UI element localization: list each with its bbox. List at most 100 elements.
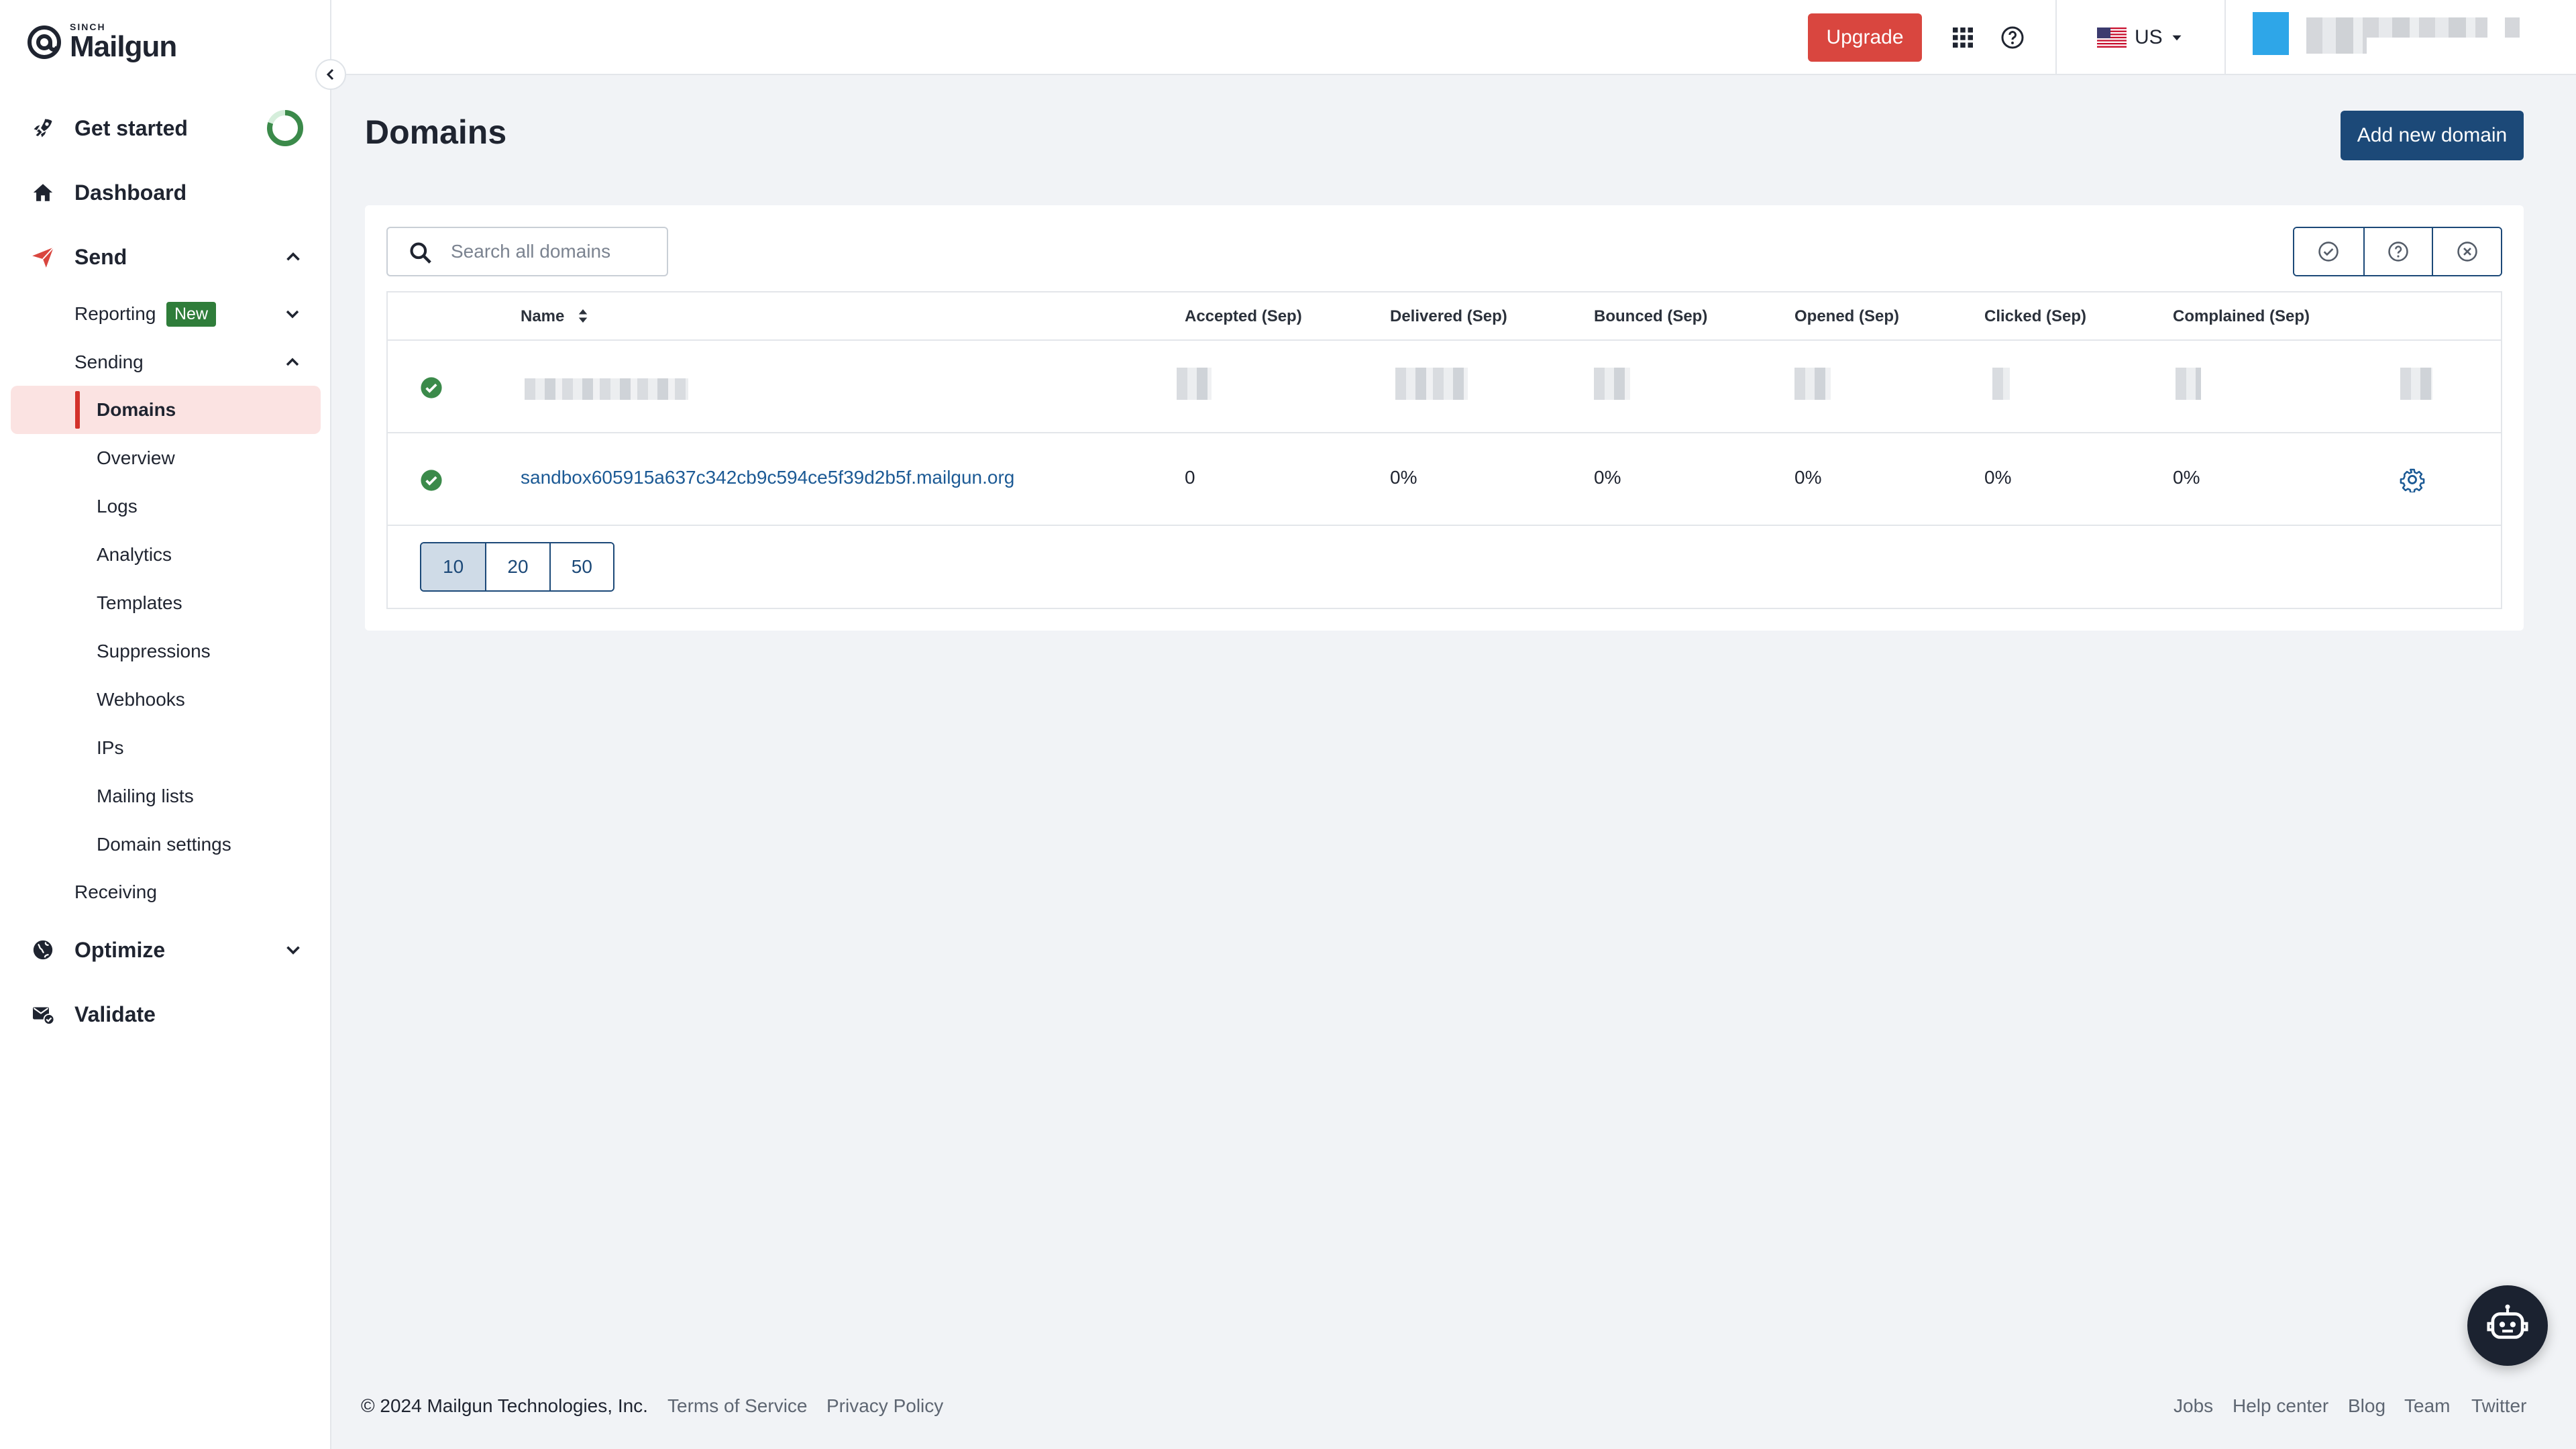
region-selector[interactable]: US [2097, 21, 2186, 54]
domains-table: Name Accepted (Sep) Delivered (Sep) Boun… [386, 291, 2502, 609]
topbar-divider [2224, 0, 2226, 75]
chatbot-button[interactable] [2467, 1285, 2548, 1366]
sort-icon[interactable] [573, 306, 593, 326]
page-size-50-button[interactable]: 50 [549, 543, 613, 590]
cell-redacted [1992, 368, 2010, 400]
account-sub-redacted [2306, 38, 2367, 54]
footer-link-twitter[interactable]: Twitter [2471, 1395, 2526, 1417]
page-size-selector: 10 20 50 [420, 542, 614, 592]
filter-disabled-button[interactable] [2432, 228, 2501, 275]
sidebar-item-label: Logs [97, 496, 138, 517]
upgrade-button[interactable]: Upgrade [1808, 13, 1922, 62]
sidebar-item-label: Webhooks [97, 689, 185, 710]
region-label: US [2135, 26, 2163, 48]
cell-bounced: 0% [1594, 467, 1621, 488]
table-row[interactable] [388, 341, 2501, 433]
help-icon[interactable] [1996, 21, 2029, 54]
footer-link-team[interactable]: Team [2404, 1395, 2450, 1417]
nav-send[interactable]: Send [0, 233, 331, 280]
footer-link-help-center[interactable]: Help center [2233, 1395, 2328, 1417]
sidebar-item-label: Templates [97, 592, 182, 613]
footer-link-jobs[interactable]: Jobs [2174, 1395, 2213, 1417]
cell-accepted: 0 [1185, 467, 1195, 488]
copyright-text: © 2024 Mailgun Technologies, Inc. [361, 1395, 648, 1416]
page-size-10-button[interactable]: 10 [421, 543, 486, 590]
chevron-down-icon [286, 946, 300, 955]
column-delivered: Delivered (Sep) [1390, 307, 1507, 325]
cell-opened: 0% [1794, 467, 1822, 488]
nav-get-started[interactable]: Get started [0, 105, 331, 152]
avatar[interactable] [2253, 12, 2289, 55]
nav-sending-label: Sending [74, 352, 144, 372]
nav-optimize-label: Optimize [74, 937, 166, 962]
verified-icon [421, 470, 442, 491]
page-title: Domains [365, 113, 507, 151]
column-bounced: Bounced (Sep) [1594, 307, 1708, 325]
globe-icon [30, 936, 56, 963]
footer-link-blog[interactable]: Blog [2348, 1395, 2385, 1417]
sidebar: SINCH Mailgun Get started Dashboard Send… [0, 0, 331, 1449]
sidebar-item-templates[interactable]: Templates [11, 579, 321, 627]
settings-redacted[interactable] [2400, 368, 2432, 400]
sidebar-item-logs[interactable]: Logs [11, 482, 321, 531]
sidebar-item-domain-settings[interactable]: Domain settings [11, 820, 321, 869]
rocket-icon [30, 115, 56, 142]
sidebar-item-ips[interactable]: IPs [11, 724, 321, 772]
collapse-sidebar-button[interactable] [315, 59, 346, 90]
nav-receiving-label: Receiving [74, 881, 157, 902]
caret-down-icon [2172, 35, 2182, 41]
robot-icon [2487, 1304, 2528, 1339]
nav-receiving[interactable]: Receiving [0, 872, 331, 912]
chevron-down-icon [286, 310, 299, 319]
sidebar-item-analytics[interactable]: Analytics [11, 531, 321, 579]
x-circle-icon [2457, 241, 2477, 262]
nav-dashboard-label: Dashboard [74, 180, 187, 205]
search-input[interactable] [451, 237, 659, 266]
nav-optimize[interactable]: Optimize [0, 926, 331, 973]
terms-link[interactable]: Terms of Service [667, 1395, 808, 1417]
cell-redacted [2176, 368, 2201, 400]
us-flag-icon [2097, 28, 2127, 48]
column-complained: Complained (Sep) [2173, 307, 2310, 325]
sidebar-item-label: Domains [97, 399, 176, 420]
page-size-20-button[interactable]: 20 [485, 543, 549, 590]
cell-delivered: 0% [1390, 467, 1417, 488]
column-opened: Opened (Sep) [1794, 307, 1900, 325]
table-row[interactable]: sandbox605915a637c342cb9c594ce5f39d2b5f.… [388, 433, 2501, 526]
nav-reporting[interactable]: Reporting New [0, 294, 331, 334]
topbar: Upgrade US [331, 0, 2576, 75]
account-menu-redacted[interactable] [2505, 17, 2520, 38]
sidebar-item-label: Analytics [97, 544, 172, 565]
search-box [386, 227, 668, 276]
sidebar-item-webhooks[interactable]: Webhooks [11, 676, 321, 724]
nav-sending[interactable]: Sending [0, 342, 331, 382]
sidebar-item-domains[interactable]: Domains [11, 386, 321, 434]
sidebar-item-label: Suppressions [97, 641, 211, 661]
domain-name-link[interactable]: sandbox605915a637c342cb9c594ce5f39d2b5f.… [521, 467, 1014, 488]
add-domain-button[interactable]: Add new domain [2341, 111, 2524, 160]
sidebar-item-overview[interactable]: Overview [11, 434, 321, 482]
nav-get-started-label: Get started [74, 115, 188, 140]
filter-verified-button[interactable] [2294, 228, 2363, 275]
cell-redacted [1794, 368, 1831, 400]
sidebar-item-label: IPs [97, 737, 124, 758]
sidebar-item-suppressions[interactable]: Suppressions [11, 627, 321, 676]
nav-validate[interactable]: Validate [0, 991, 331, 1038]
verified-icon [421, 377, 442, 398]
column-accepted: Accepted (Sep) [1185, 307, 1302, 325]
nav-validate-label: Validate [74, 1002, 156, 1026]
domain-name-redacted[interactable] [525, 378, 688, 400]
cell-redacted [1594, 368, 1630, 400]
check-circle-icon [2318, 241, 2339, 262]
nav-dashboard[interactable]: Dashboard [0, 169, 331, 216]
home-icon [30, 179, 56, 206]
gear-icon[interactable] [2400, 467, 2425, 492]
apps-grid-icon[interactable] [1947, 21, 1979, 54]
mailgun-logo[interactable]: SINCH Mailgun [25, 19, 177, 66]
filter-unverified-button[interactable] [2363, 228, 2432, 275]
sidebar-item-mailing-lists[interactable]: Mailing lists [11, 772, 321, 820]
progress-ring-icon [267, 110, 303, 146]
column-name[interactable]: Name [521, 307, 564, 326]
privacy-link[interactable]: Privacy Policy [826, 1395, 943, 1417]
validate-mail-icon [30, 1001, 56, 1028]
